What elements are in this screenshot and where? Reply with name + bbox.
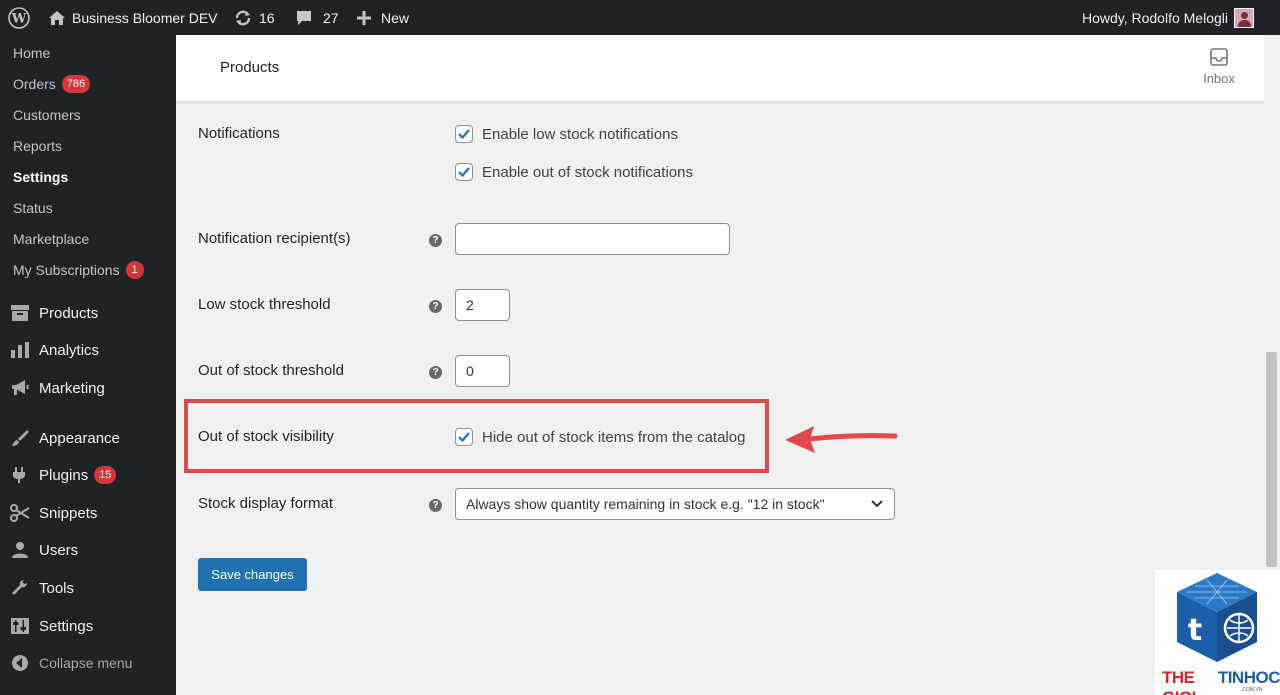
out-of-stock-notification-label: Enable out of stock notifications: [482, 163, 693, 181]
stock-display-format-select[interactable]: Always show quantity remaining in stock …: [455, 488, 895, 520]
page-header: Products Inbox: [176, 35, 1264, 101]
home-icon: [49, 10, 65, 25]
inbox-label: Inbox: [1203, 71, 1235, 86]
new-content-link[interactable]: New: [356, 0, 409, 35]
plug-icon: [0, 466, 39, 484]
recipient-help-icon[interactable]: ?: [429, 234, 442, 247]
new-label: New: [381, 9, 410, 26]
greeting: Howdy, Rodolfo Melogli: [1081, 9, 1228, 26]
out-of-stock-threshold-label: Out of stock threshold: [198, 362, 344, 379]
admin-bar: W Business Bloomer DEV 16 27 New Howdy, …: [0, 0, 1280, 35]
low-stock-threshold-input[interactable]: 2: [455, 289, 510, 321]
low-stock-threshold-label: Low stock threshold: [198, 296, 331, 313]
annotation-highlight-box: [184, 399, 769, 473]
comment-icon: [297, 11, 311, 25]
megaphone-icon: [0, 379, 39, 397]
site-name: Business Bloomer DEV: [72, 9, 218, 26]
subscriptions-count-badge: 1: [125, 261, 144, 279]
submenu-my-subscriptions[interactable]: My Subscriptions 1: [13, 260, 144, 280]
svg-text:W: W: [11, 11, 27, 26]
account-menu[interactable]: Howdy, Rodolfo Melogli: [1082, 0, 1254, 35]
orders-count-badge: 786: [61, 75, 91, 93]
submenu-customers[interactable]: Customers: [13, 105, 81, 125]
watermark-domain: .COM.VN: [1241, 687, 1263, 693]
submenu-settings[interactable]: Settings: [13, 167, 68, 187]
wordpress-logo-icon[interactable]: W: [8, 0, 30, 35]
menu-appearance[interactable]: Appearance: [0, 421, 176, 455]
annotation-arrow: [785, 426, 898, 453]
collapse-menu-button[interactable]: Collapse menu: [0, 645, 176, 681]
admin-sidebar: Home Orders 786 Customers Reports Setting…: [0, 35, 176, 695]
menu-settings[interactable]: Settings: [0, 609, 176, 643]
plus-icon: [357, 10, 371, 25]
stock-display-format-label: Stock display format: [198, 495, 334, 512]
out-of-stock-notification-option[interactable]: Enable out of stock notifications: [455, 163, 693, 181]
submenu-orders[interactable]: Orders 786: [13, 74, 91, 94]
svg-text:t: t: [1188, 613, 1202, 648]
watermark-logo: t THE GIOI TINHOC .COM.VN: [1155, 570, 1280, 695]
menu-plugins[interactable]: Plugins 15: [0, 458, 176, 492]
low-stock-notification-option[interactable]: Enable low stock notifications: [455, 125, 678, 143]
recipient-label: Notification recipient(s): [198, 230, 351, 247]
chevron-down-icon: [871, 500, 883, 508]
menu-analytics[interactable]: Analytics: [0, 333, 176, 367]
archive-icon: [0, 304, 39, 322]
low-stock-notification-checkbox[interactable]: [455, 125, 473, 143]
avatar: [1234, 7, 1254, 28]
cube-logo-icon: t: [1177, 573, 1257, 662]
page-title: Products: [220, 59, 280, 76]
user-icon: [0, 541, 39, 559]
comments-count: 27: [323, 9, 339, 26]
updates-count: 16: [259, 9, 275, 26]
stock-display-format-help-icon[interactable]: ?: [429, 499, 442, 512]
submenu-home[interactable]: Home: [13, 43, 50, 63]
menu-snippets[interactable]: Snippets: [0, 496, 176, 530]
scissors-icon: [0, 504, 39, 522]
out-of-stock-notification-checkbox[interactable]: [455, 163, 473, 181]
bar-chart-icon: [0, 341, 39, 359]
low-stock-threshold-help-icon[interactable]: ?: [429, 300, 442, 313]
submenu-reports[interactable]: Reports: [13, 136, 62, 156]
scrollbar-thumb[interactable]: [1266, 352, 1277, 567]
menu-users[interactable]: Users: [0, 533, 176, 567]
out-of-stock-threshold-input[interactable]: 0: [455, 355, 510, 387]
comments-link[interactable]: 27: [295, 0, 339, 35]
save-changes-button[interactable]: Save changes: [198, 558, 307, 591]
plugins-count-badge: 15: [94, 466, 117, 484]
menu-tools[interactable]: Tools: [0, 571, 176, 605]
notifications-label: Notifications: [198, 125, 280, 142]
updates-link[interactable]: 16: [233, 0, 275, 35]
site-name-link[interactable]: Business Bloomer DEV: [48, 0, 218, 35]
recipient-input[interactable]: [455, 223, 730, 255]
stock-display-format-value: Always show quantity remaining in stock …: [466, 496, 825, 512]
menu-marketing[interactable]: Marketing: [0, 371, 176, 405]
low-stock-notification-label: Enable low stock notifications: [482, 125, 678, 143]
submenu-status[interactable]: Status: [13, 198, 53, 218]
wrench-icon: [0, 579, 39, 597]
menu-products[interactable]: Products: [0, 296, 176, 330]
out-of-stock-threshold-help-icon[interactable]: ?: [429, 366, 442, 379]
inbox-button[interactable]: Inbox: [1200, 47, 1238, 86]
sliders-icon: [0, 617, 39, 635]
collapse-arrow-icon: [0, 654, 39, 672]
submenu-marketplace[interactable]: Marketplace: [13, 229, 89, 249]
inbox-icon: [1210, 48, 1228, 66]
refresh-icon: [235, 10, 251, 25]
paintbrush-icon: [0, 429, 39, 447]
